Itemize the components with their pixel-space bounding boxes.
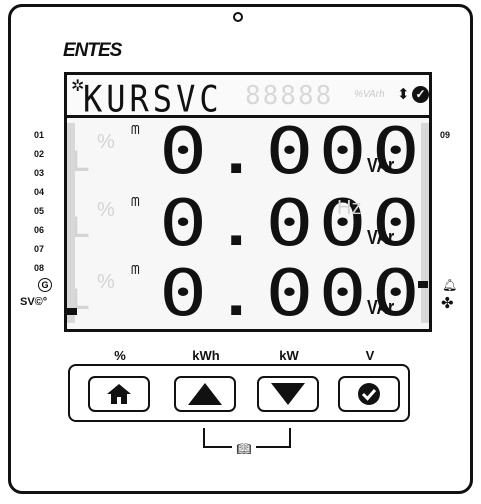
row-1-unit: VAr (367, 155, 395, 177)
lcd-ghost-segments: 88888 (245, 81, 334, 111)
lcd-top-bar: ✲ KURSVC 88888 %VArh ⬍ ✓ (67, 75, 429, 121)
home-button[interactable] (88, 376, 150, 412)
measurement-row-2: L % ᗰ 0.000 Hz VAr (67, 187, 429, 263)
inductive-coil-icon: ᗰ (131, 263, 140, 277)
sv-indicator: SV©° (20, 296, 48, 308)
inductive-coil-icon: ᗰ (131, 123, 140, 137)
confirm-button[interactable] (338, 376, 400, 412)
percent-ghost: % (97, 131, 115, 153)
indicator-06: 06 (34, 225, 45, 235)
button-label-v: V (365, 348, 375, 363)
lcd-right-ghost-bar (421, 123, 429, 323)
screw-icon (233, 12, 243, 22)
indicator-02: 02 (34, 149, 45, 159)
button-label-kw: kW (279, 348, 299, 363)
button-label-kwh: kWh (192, 348, 220, 363)
fan-icon: ✤ (441, 295, 454, 312)
row-3-unit: VAr (367, 297, 395, 319)
check-icon: ✓ (412, 86, 429, 103)
indicator-08: 08 (34, 263, 45, 273)
button-label-percent: % (114, 348, 126, 363)
up-button[interactable] (174, 376, 236, 412)
right-segment-marker (418, 281, 428, 288)
lcd-display: ✲ KURSVC 88888 %VArh ⬍ ✓ L % ᗰ 0.000 VAr… (64, 72, 432, 332)
up-down-arrows-icon: ⬍ (397, 86, 410, 103)
measurement-row-1: L % ᗰ 0.000 VAr (67, 115, 429, 191)
percent-ghost: % (97, 199, 115, 221)
lcd-ghost-unit: %VArh (354, 89, 385, 100)
alarm-bell-icon: 🔔︎ (442, 278, 458, 292)
indicator-05: 05 (34, 206, 45, 216)
down-arrow-icon (271, 383, 305, 405)
percent-ghost: % (97, 271, 115, 293)
check-icon (358, 383, 380, 405)
indicator-03: 03 (34, 168, 45, 178)
brand-logo: ENTES (63, 40, 122, 61)
indicator-01: 01 (34, 130, 45, 140)
inductive-coil-icon: ᗰ (131, 195, 140, 209)
indicator-09: 09 (440, 130, 451, 140)
hz-ghost: Hz (337, 197, 362, 219)
left-segment-marker (67, 308, 77, 315)
measurement-row-3: L % ᗰ 0.000 VAr (67, 257, 429, 329)
up-arrow-icon (188, 383, 222, 405)
row-2-unit: VAr (367, 227, 395, 249)
indicator-07: 07 (34, 244, 45, 254)
indicator-04: 04 (34, 187, 45, 197)
lcd-left-ghost-bar (67, 123, 75, 323)
generator-icon: G (38, 278, 52, 292)
home-icon (107, 384, 131, 404)
book-icon: 📖︎ (232, 442, 256, 456)
down-button[interactable] (257, 376, 319, 412)
